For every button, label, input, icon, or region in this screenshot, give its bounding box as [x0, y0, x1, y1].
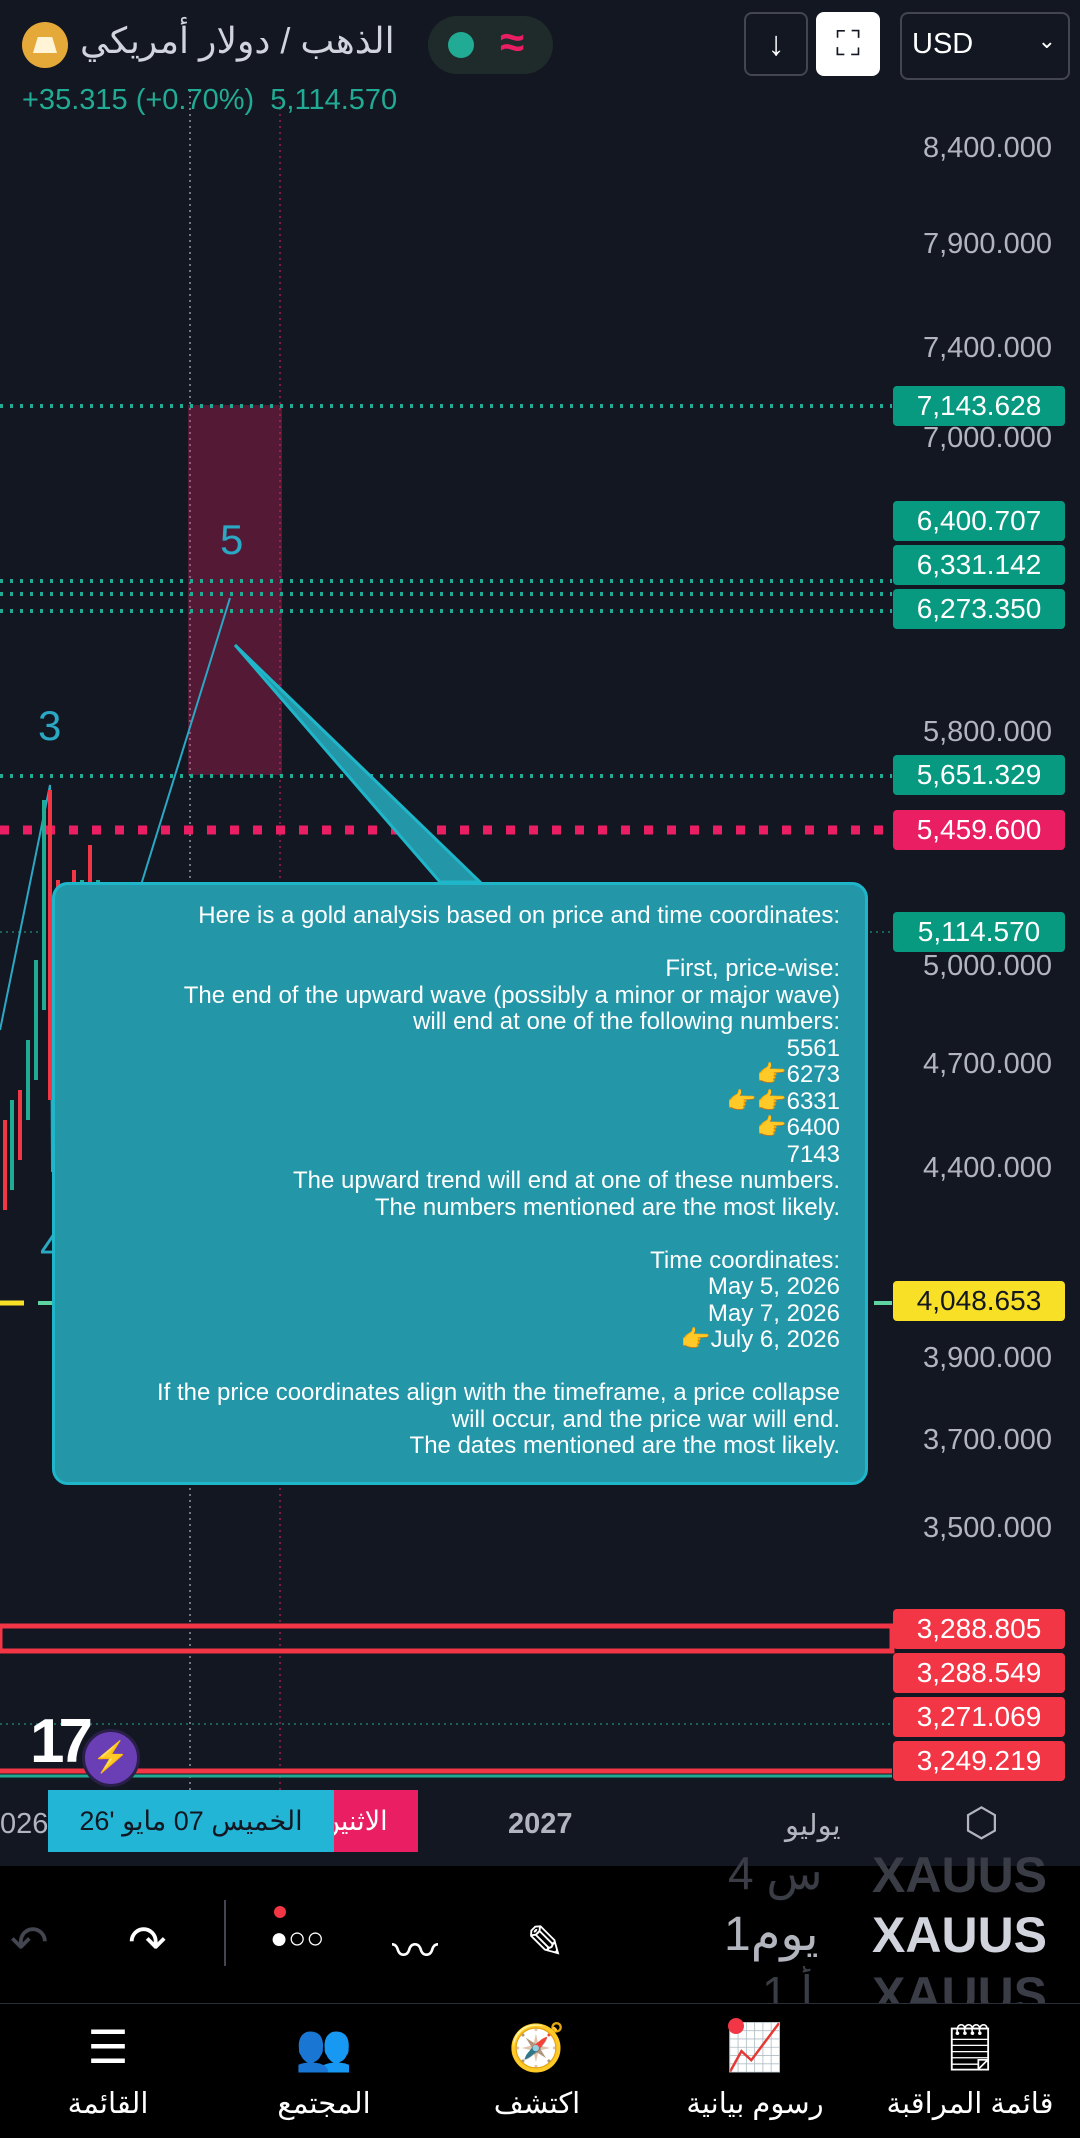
wave-label-5: 5	[220, 516, 244, 563]
price-tick: 4,700.000	[922, 1048, 1052, 1080]
symbol-next[interactable]: XAUUS	[872, 1966, 1047, 2004]
price-tick: 3,700.000	[922, 1424, 1052, 1456]
tradingview-logo: 17	[30, 1707, 93, 1776]
lightning-icon[interactable]: ⚡	[82, 1729, 140, 1787]
currency-select[interactable]: USD ⌄	[900, 12, 1070, 80]
time-tick-july: يوليو	[785, 1810, 841, 1842]
download-button[interactable]: ↓	[744, 12, 808, 76]
price-label-current[interactable]: 5,114.570	[893, 912, 1065, 952]
explore-icon[interactable]: 🧭	[462, 2020, 612, 2075]
change-value: +35.315 (+0.70%)	[22, 84, 255, 116]
price-tick: 7,900.000	[922, 228, 1052, 260]
interval-prev[interactable]: 4 س	[728, 1846, 823, 1900]
interval-selected[interactable]: 1يوم	[724, 1906, 819, 1962]
nav-explore[interactable]: اكتشف	[437, 2086, 637, 2121]
price-label-5651[interactable]: 5,651.329	[893, 755, 1065, 795]
currency-value: USD	[912, 28, 974, 60]
price-label-6331[interactable]: 6,331.142	[893, 545, 1065, 585]
redo-icon[interactable]: ↷	[128, 1915, 167, 1969]
gold-logo-icon	[22, 22, 68, 68]
price-value: 5,114.570	[270, 84, 398, 116]
more-tools-icon[interactable]: ●○○	[270, 1922, 324, 1956]
more-tools-dot	[274, 1906, 286, 1918]
community-icon[interactable]: 👥	[249, 2020, 399, 2075]
axis-settings-icon[interactable]: ⬡	[964, 1800, 999, 1846]
brush-icon[interactable]: ✎	[526, 1915, 565, 1969]
nav-charts[interactable]: رسوم بيانية	[655, 2086, 855, 2121]
price-label-3271[interactable]: 3,271.069	[893, 1697, 1065, 1737]
price-label-4048[interactable]: 4,048.653	[893, 1281, 1065, 1321]
time-tick-year: 2027	[508, 1808, 573, 1840]
cursor-date-label: الخميس 07 مايو '26	[48, 1790, 334, 1852]
price-label-7143[interactable]: 7,143.628	[893, 386, 1065, 426]
charts-icon[interactable]: 📈	[680, 2020, 830, 2075]
price-tick: 3,500.000	[922, 1512, 1052, 1544]
price-label-3249[interactable]: 3,249.219	[893, 1741, 1065, 1781]
undo-icon[interactable]: ↶	[10, 1915, 49, 1969]
trend-tool-icon[interactable]: 〰	[392, 1915, 438, 1981]
market-status-pill[interactable]	[428, 16, 553, 74]
price-tick: 5,800.000	[922, 716, 1052, 748]
charts-notification-dot	[728, 2018, 744, 2034]
menu-icon[interactable]: ☰	[33, 2020, 183, 2074]
chevron-down-icon: ⌄	[1037, 28, 1056, 53]
price-tick: 7,400.000	[922, 332, 1052, 364]
price-label-5459[interactable]: 5,459.600	[893, 810, 1065, 850]
nav-watchlist[interactable]: قائمة المراقبة	[870, 2086, 1070, 2121]
interval-next[interactable]: 1 أ	[762, 1966, 813, 2004]
price-tick: 5,000.000	[922, 950, 1052, 982]
watchlist-icon[interactable]: 🗒	[895, 2020, 1045, 2075]
symbol-prev[interactable]: XAUUS	[872, 1846, 1047, 1904]
price-tick: 4,400.000	[922, 1152, 1052, 1184]
wave-icon: ≈	[500, 18, 525, 67]
target-zone	[188, 405, 282, 775]
time-tick-partial: 026	[0, 1808, 49, 1840]
nav-community[interactable]: المجتمع	[224, 2086, 424, 2121]
toolbar-divider	[224, 1900, 226, 1966]
price-tick: 3,900.000	[922, 1342, 1052, 1374]
analysis-text: Here is a gold analysis based on price a…	[156, 902, 840, 1459]
symbol-selected[interactable]: XAUUS	[872, 1906, 1047, 1964]
price-change: +35.315 (+0.70%) 5,114.570	[22, 84, 397, 117]
price-label-3288-805[interactable]: 3,288.805	[893, 1609, 1065, 1649]
wave-label-3: 3	[38, 702, 62, 749]
price-label-3288-549[interactable]: 3,288.549	[893, 1653, 1065, 1693]
support-band	[0, 1623, 895, 1654]
market-open-icon	[448, 32, 474, 58]
price-label-6400[interactable]: 6,400.707	[893, 501, 1065, 541]
symbol-title[interactable]: الذهب / دولار أمريكي	[80, 20, 395, 62]
nav-menu[interactable]: القائمة	[8, 2086, 208, 2121]
fullscreen-button[interactable]: ⛶	[816, 12, 880, 76]
price-label-6273[interactable]: 6,273.350	[893, 589, 1065, 629]
price-tick: 7,000.000	[922, 422, 1052, 454]
price-tick: 8,400.000	[922, 132, 1052, 164]
